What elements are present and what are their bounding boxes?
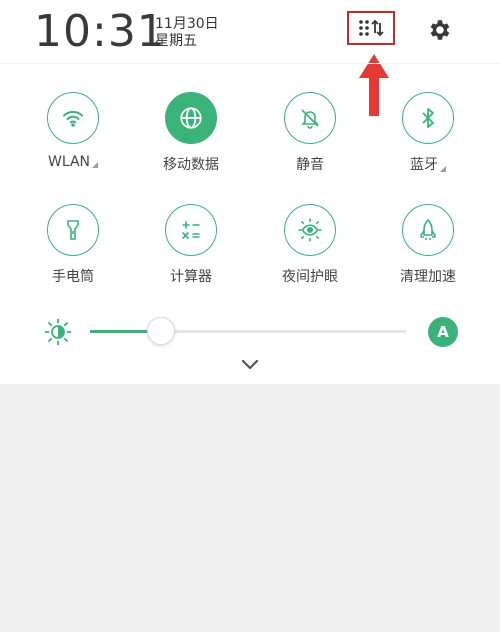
calculator-icon (182, 221, 200, 239)
rocket-icon (420, 219, 436, 240)
tile-cleanup-label: 清理加速 (400, 269, 456, 285)
tile-wlan[interactable]: WLAN (28, 92, 118, 170)
wlan-toggle[interactable] (47, 92, 99, 144)
expand-indicator-icon (92, 162, 98, 168)
background-area (0, 384, 500, 632)
bluetooth-toggle[interactable] (402, 92, 454, 144)
flashlight-icon (67, 220, 79, 240)
silent-toggle[interactable] (284, 92, 336, 144)
tile-flashlight[interactable]: 手电筒 (28, 204, 118, 286)
eye-icon (298, 218, 322, 242)
tile-wlan-label: WLAN (28, 154, 118, 170)
flashlight-toggle[interactable] (47, 204, 99, 256)
edit-tiles-icon (359, 19, 384, 37)
tile-cleanup[interactable]: 清理加速 (383, 204, 473, 286)
night-mode-toggle[interactable] (284, 204, 336, 256)
calculator-toggle[interactable] (165, 204, 217, 256)
auto-brightness-button[interactable]: A (428, 317, 458, 347)
quick-settings-panel: 10:31 11月30日 星期五 WLAN 移动数据 静音 蓝牙 手电筒 计算器… (0, 0, 500, 384)
wifi-icon (63, 110, 83, 127)
tile-night-mode-label: 夜间护眼 (282, 269, 338, 285)
settings-gear-icon[interactable] (426, 17, 452, 43)
brightness-slider-thumb[interactable] (146, 317, 175, 345)
tile-silent[interactable]: 静音 (265, 92, 355, 174)
globe-icon (180, 107, 202, 129)
tile-silent-label: 静音 (296, 157, 324, 173)
tile-bluetooth[interactable]: 蓝牙 (383, 92, 473, 174)
tile-bluetooth-label: 蓝牙 (383, 154, 473, 174)
tile-night-mode[interactable]: 夜间护眼 (265, 204, 355, 286)
chevron-down-icon[interactable] (240, 358, 260, 372)
status-weekday: 星期五 (155, 33, 197, 49)
brightness-icon (44, 318, 72, 346)
tile-calculator-label: 计算器 (170, 269, 212, 285)
tile-mobile-data-label: 移动数据 (163, 157, 219, 173)
header-divider (0, 63, 500, 64)
expand-indicator-icon (440, 166, 446, 172)
tile-mobile-data[interactable]: 移动数据 (146, 92, 236, 174)
mobile-data-toggle[interactable] (165, 92, 217, 144)
bell-off-icon (301, 109, 319, 129)
edit-tiles-button[interactable] (347, 11, 395, 45)
tile-flashlight-label: 手电筒 (52, 269, 94, 285)
brightness-slider[interactable] (90, 317, 406, 345)
tile-calculator[interactable]: 计算器 (146, 204, 236, 286)
bluetooth-icon (422, 108, 434, 128)
cleanup-toggle[interactable] (402, 204, 454, 256)
status-time: 10:31 (34, 6, 166, 57)
